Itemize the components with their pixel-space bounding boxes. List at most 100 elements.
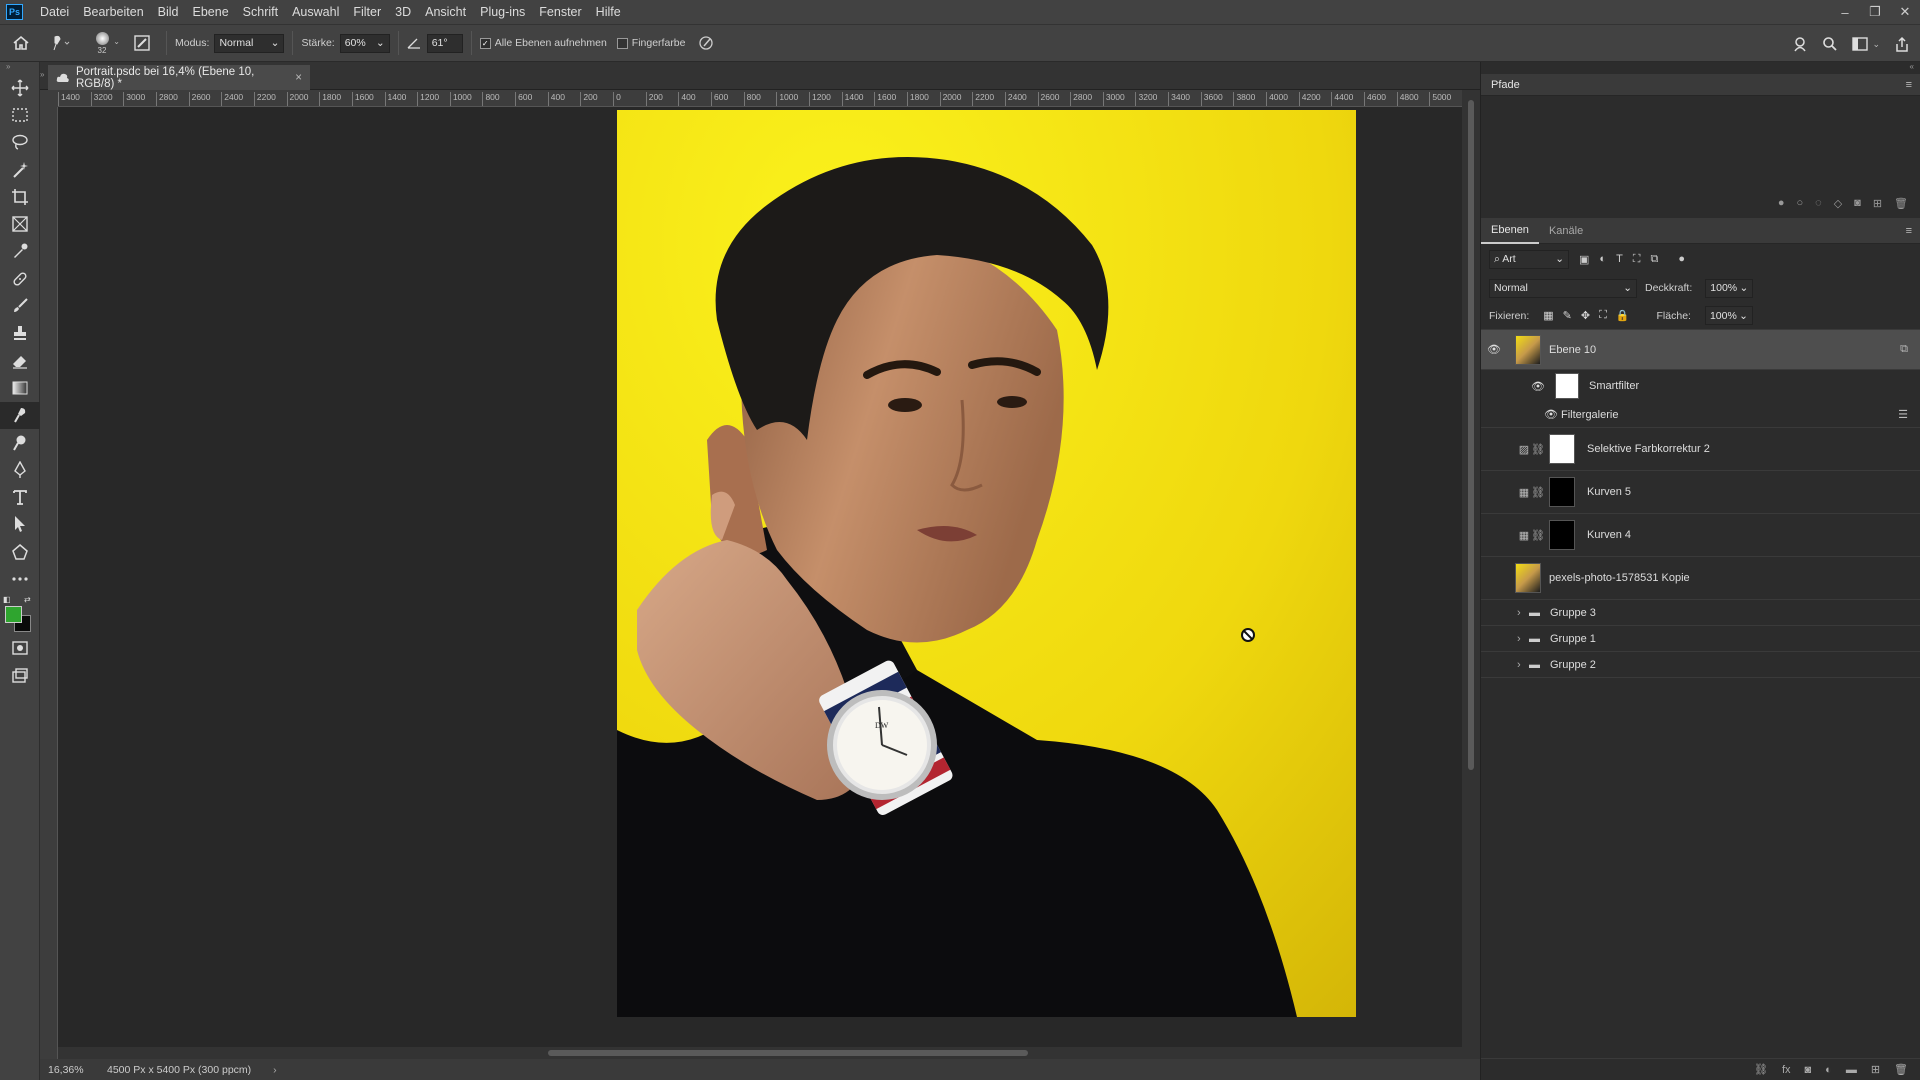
more-tools-icon[interactable]: [0, 565, 40, 592]
fx-icon[interactable]: fx: [1782, 1064, 1791, 1076]
pen-tool-icon[interactable]: [0, 456, 40, 483]
close-tab-icon[interactable]: ×: [295, 72, 302, 84]
layer-row-kurven-4[interactable]: ▦ ⛓ Kurven 4: [1481, 514, 1920, 557]
adjustment-layer-icon[interactable]: ◐: [1825, 1064, 1832, 1076]
link-layers-icon[interactable]: ⛓: [1754, 1063, 1768, 1076]
shape-filter-icon[interactable]: ⛶: [1633, 253, 1641, 266]
layer-row-selektive-farbkorrektur[interactable]: ▨ ⛓ Selektive Farbkorrektur 2: [1481, 428, 1920, 471]
chain-icon[interactable]: ⛓: [1531, 528, 1545, 542]
lock-all-icon[interactable]: 🔒: [1616, 309, 1630, 322]
layer-name[interactable]: Gruppe 2: [1550, 659, 1596, 671]
zoom-value[interactable]: 16,36%: [40, 1064, 95, 1076]
portrait-photo[interactable]: DW: [617, 110, 1356, 1017]
marquee-tool-icon[interactable]: [0, 101, 40, 128]
menu-bild[interactable]: Bild: [151, 0, 186, 24]
horizontal-scroll-thumb[interactable]: [548, 1050, 1028, 1056]
lock-pixels-icon[interactable]: ✎: [1563, 309, 1572, 322]
blend-mode-select[interactable]: Normal ⌄: [1489, 278, 1637, 298]
shape-tool-icon[interactable]: [0, 538, 40, 565]
horizontal-scrollbar[interactable]: [58, 1047, 1462, 1059]
menu-schrift[interactable]: Schrift: [236, 0, 285, 24]
eye-icon[interactable]: 👁: [1481, 343, 1507, 356]
menu-hilfe[interactable]: Hilfe: [589, 0, 628, 24]
stamp-tool-icon[interactable]: [0, 320, 40, 347]
workspace-icon[interactable]: [1852, 37, 1869, 51]
gradient-tool-icon[interactable]: [0, 374, 40, 401]
tab-pfade[interactable]: Pfade: [1481, 74, 1530, 96]
fill-path-icon[interactable]: ●: [1778, 197, 1785, 209]
layer-filter-select[interactable]: ⌕ Art ⌄: [1489, 249, 1569, 269]
eye-icon[interactable]: 👁: [1541, 408, 1561, 421]
foreground-color-swatch[interactable]: [5, 605, 22, 623]
default-colors-icon[interactable]: ◧: [3, 595, 11, 604]
smartobject-filter-icon[interactable]: ⧉: [1651, 253, 1659, 266]
panel-menu-icon[interactable]: ≡: [1906, 225, 1912, 237]
layer-row-gruppe-1[interactable]: › ▬ Gruppe 1: [1481, 626, 1920, 652]
add-mask-icon[interactable]: ◙: [1805, 1064, 1812, 1076]
new-layer-icon[interactable]: ⊞: [1871, 1063, 1880, 1076]
make-path-icon[interactable]: ◇: [1834, 197, 1842, 210]
finger-paint-checkbox[interactable]: [616, 37, 628, 49]
lock-artboard-icon[interactable]: ⛶: [1599, 309, 1607, 322]
healing-brush-tool-icon[interactable]: [0, 265, 40, 292]
collapse-panels-icon[interactable]: «: [1481, 62, 1920, 74]
dodge-tool-icon[interactable]: [0, 429, 40, 456]
menu-auswahl[interactable]: Auswahl: [285, 0, 346, 24]
new-path-icon[interactable]: ⊞: [1873, 197, 1882, 210]
chevron-right-icon[interactable]: ›: [273, 1064, 277, 1076]
canvas-area[interactable]: DW: [58, 107, 1462, 1059]
menu-ansicht[interactable]: Ansicht: [418, 0, 473, 24]
smudge-tool-icon[interactable]: [0, 401, 40, 429]
layer-name[interactable]: Kurven 4: [1587, 529, 1631, 541]
all-layers-checkbox[interactable]: ✓: [479, 37, 491, 49]
lock-position-icon[interactable]: ✥: [1581, 309, 1590, 322]
lock-transparent-icon[interactable]: ▦: [1543, 309, 1553, 322]
chevron-right-icon[interactable]: ›: [1517, 607, 1529, 619]
layer-name[interactable]: pexels-photo-1578531 Kopie: [1549, 572, 1690, 584]
chevron-down-icon[interactable]: ⌄: [1872, 39, 1880, 50]
new-group-icon[interactable]: ▬: [1846, 1064, 1857, 1076]
layer-name[interactable]: Gruppe 1: [1550, 633, 1596, 645]
adjustment-filter-icon[interactable]: ◐: [1599, 253, 1606, 265]
layer-row-gruppe-3[interactable]: › ▬ Gruppe 3: [1481, 600, 1920, 626]
trash-icon[interactable]: 🗑: [1894, 197, 1908, 210]
add-mask-icon[interactable]: ◙: [1854, 197, 1861, 209]
restore-button[interactable]: ❐: [1860, 0, 1890, 24]
layer-row-kurven-5[interactable]: ▦ ⛓ Kurven 5: [1481, 471, 1920, 514]
brush-tool-icon[interactable]: [0, 292, 40, 319]
trash-icon[interactable]: 🗑: [1894, 1063, 1908, 1076]
search-icon[interactable]: [1822, 36, 1838, 52]
layer-name[interactable]: Selektive Farbkorrektur 2: [1587, 443, 1710, 455]
lasso-tool-icon[interactable]: [0, 129, 40, 156]
eye-icon[interactable]: 👁: [1525, 380, 1551, 393]
magic-wand-tool-icon[interactable]: [0, 156, 40, 183]
pressure-icon[interactable]: [698, 35, 714, 51]
screen-mode-icon[interactable]: [0, 662, 40, 689]
layer-row-ebene-10[interactable]: 👁 Ebene 10 ⧉: [1481, 330, 1920, 370]
menu-ebene[interactable]: Ebene: [186, 0, 236, 24]
strength-input[interactable]: 60% ⌄: [339, 33, 390, 53]
move-tool-icon[interactable]: [0, 74, 40, 101]
learn-icon[interactable]: [1792, 36, 1808, 52]
chevron-right-icon[interactable]: ›: [1517, 633, 1529, 645]
eraser-tool-icon[interactable]: [0, 347, 40, 374]
tab-kanaele[interactable]: Kanäle: [1539, 218, 1593, 244]
layer-row-smartfilter[interactable]: 👁 Smartfilter: [1481, 370, 1920, 402]
filter-options-icon[interactable]: ☰: [1898, 408, 1908, 421]
quick-mask-icon[interactable]: [0, 635, 40, 662]
minimize-button[interactable]: –: [1830, 0, 1860, 24]
layer-name[interactable]: Gruppe 3: [1550, 607, 1596, 619]
angle-input[interactable]: 61°: [426, 33, 463, 53]
filter-toggle-icon[interactable]: ●: [1678, 253, 1685, 265]
eyedropper-tool-icon[interactable]: [0, 238, 40, 265]
close-button[interactable]: ✕: [1890, 0, 1920, 24]
menu-bearbeiten[interactable]: Bearbeiten: [76, 0, 150, 24]
fill-input[interactable]: 100% ⌄: [1704, 306, 1753, 325]
collapse-icon[interactable]: »: [40, 62, 48, 90]
frame-tool-icon[interactable]: [0, 210, 40, 237]
layer-row-filtergalerie[interactable]: 👁 Filtergalerie ☰: [1481, 402, 1920, 428]
stroke-path-icon[interactable]: ○: [1796, 197, 1803, 209]
type-tool-icon[interactable]: [0, 483, 40, 510]
smudge-tool-preset-icon[interactable]: [42, 24, 78, 62]
menu-filter[interactable]: Filter: [346, 0, 388, 24]
